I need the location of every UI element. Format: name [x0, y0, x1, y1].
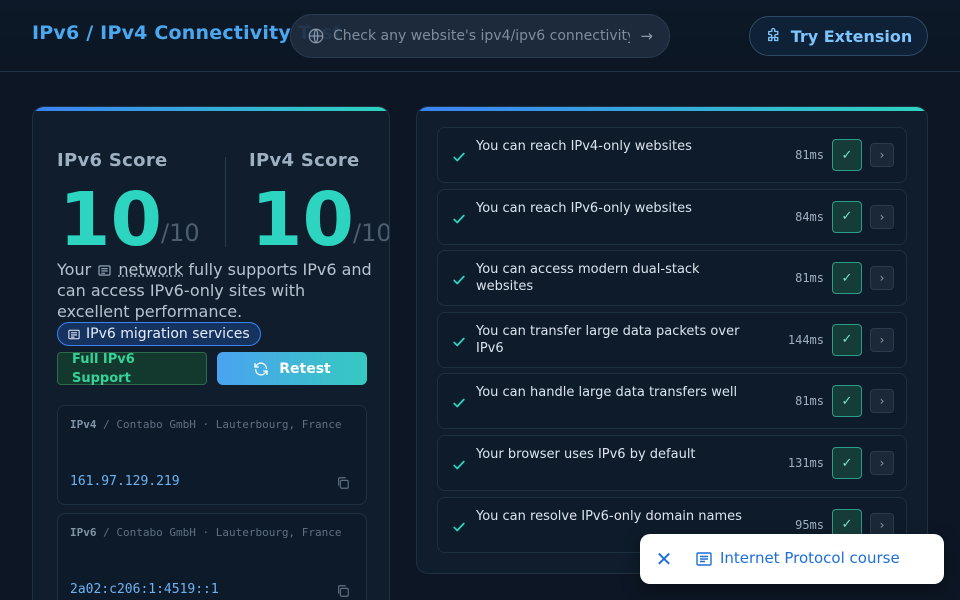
network-card-icon	[98, 265, 111, 276]
card-accent-bar	[417, 107, 927, 111]
test-details-button[interactable]: ›	[870, 389, 894, 413]
puzzle-icon	[765, 27, 783, 45]
test-description: You can handle large data transfers well	[476, 384, 756, 401]
close-icon[interactable]: ✕	[654, 549, 674, 569]
refresh-icon	[253, 361, 269, 377]
test-details-button[interactable]: ›	[870, 328, 894, 352]
newspaper-icon	[696, 552, 712, 566]
check-icon	[452, 335, 466, 349]
test-details-button[interactable]: ›	[870, 513, 894, 537]
test-pass-indicator[interactable]: ✓	[832, 201, 862, 233]
try-extension-button[interactable]: Try Extension	[749, 16, 928, 56]
network-term-link[interactable]: network	[118, 260, 183, 279]
internet-protocol-course-link[interactable]: Internet Protocol course	[720, 549, 900, 567]
ipv4-proto: IPv4	[70, 418, 97, 431]
retest-label: Retest	[279, 361, 331, 377]
card-accent-bar	[33, 107, 389, 111]
search-input[interactable]	[333, 28, 630, 44]
test-details-button[interactable]: ›	[870, 451, 894, 475]
arrow-right-icon[interactable]: →	[640, 27, 653, 45]
ipv4-address-box: IPv4 / Contabo GmbH · Lauterbourg, Franc…	[57, 405, 367, 505]
check-icon	[452, 520, 466, 534]
test-latency: 131ms	[788, 456, 824, 470]
ipv4-provider: / Contabo GmbH · Lauterbourg, France	[103, 418, 341, 431]
test-latency: 81ms	[795, 148, 824, 162]
score-divider	[225, 157, 226, 247]
ipv6-score-label: IPv6 Score	[57, 150, 168, 171]
test-description: You can transfer large data packets over…	[476, 323, 756, 357]
ipv6-score-value: 10	[59, 183, 162, 257]
test-row: You can handle large data transfers well…	[437, 373, 907, 429]
test-latency: 81ms	[795, 394, 824, 408]
test-row: Your browser uses IPv6 by default 131ms ✓ ›	[437, 435, 907, 491]
score-card: IPv6 Score 10 /10 IPv4 Score 10 /10 Your…	[32, 106, 390, 600]
copy-icon[interactable]	[336, 584, 350, 598]
test-details-button[interactable]: ›	[870, 205, 894, 229]
ipv4-score-value: 10	[251, 183, 354, 257]
test-row: You can transfer large data packets over…	[437, 312, 907, 368]
ipv4-score-max: /10	[353, 219, 390, 247]
test-latency: 95ms	[795, 518, 824, 532]
test-description: Your browser uses IPv6 by default	[476, 446, 756, 463]
ipv6-address-box: IPv6 / Contabo GmbH · Lauterbourg, Franc…	[57, 513, 367, 600]
test-latency: 144ms	[788, 333, 824, 347]
ipv4-address: 161.97.129.219	[70, 474, 180, 489]
top-header: IPv6 / IPv4 Connectivity Test → Try Exte…	[0, 0, 960, 72]
test-pass-indicator[interactable]: ✓	[832, 139, 862, 171]
ipv6-migration-link[interactable]: IPv6 migration services	[57, 322, 261, 346]
check-icon	[452, 212, 466, 226]
full-support-badge: Full IPv6 Support	[57, 352, 207, 385]
test-row: You can reach IPv4-only websites 81ms ✓ ›	[437, 127, 907, 183]
ipv6-meta: IPv6 / Contabo GmbH · Lauterbourg, Franc…	[70, 526, 342, 539]
check-icon	[452, 273, 466, 287]
test-pass-indicator[interactable]: ✓	[832, 447, 862, 479]
course-toast: ✕ Internet Protocol course	[640, 534, 944, 584]
test-row: You can reach IPv6-only websites 84ms ✓ ›	[437, 189, 907, 245]
check-icon	[452, 396, 466, 410]
test-details-button[interactable]: ›	[870, 143, 894, 167]
test-details-button[interactable]: ›	[870, 266, 894, 290]
test-description: You can access modern dual-stack website…	[476, 261, 756, 295]
ipv4-meta: IPv4 / Contabo GmbH · Lauterbourg, Franc…	[70, 418, 342, 431]
connectivity-summary: Your network fully supports IPv6 and can…	[57, 259, 377, 346]
test-latency: 81ms	[795, 271, 824, 285]
ipv4-score-label: IPv4 Score	[249, 150, 360, 171]
ipv6-proto: IPv6	[70, 526, 97, 539]
check-icon	[452, 150, 466, 164]
test-description: You can reach IPv4-only websites	[476, 138, 756, 155]
newspaper-icon	[68, 329, 80, 340]
test-pass-indicator[interactable]: ✓	[832, 262, 862, 294]
ipv6-provider: / Contabo GmbH · Lauterbourg, France	[103, 526, 341, 539]
test-pass-indicator[interactable]: ✓	[832, 385, 862, 417]
try-extension-label: Try Extension	[791, 27, 913, 46]
ipv6-score-max: /10	[161, 219, 200, 247]
check-icon	[452, 458, 466, 472]
website-check-search[interactable]: →	[290, 14, 670, 58]
copy-icon[interactable]	[336, 476, 350, 490]
test-row: You can access modern dual-stack website…	[437, 250, 907, 306]
test-description: You can resolve IPv6-only domain names	[476, 508, 756, 525]
test-description: You can reach IPv6-only websites	[476, 200, 756, 217]
test-results-card: You can reach IPv4-only websites 81ms ✓ › Yo…	[416, 106, 928, 574]
globe-icon	[307, 27, 325, 45]
ipv6-address: 2a02:c206:1:4519::1	[70, 582, 219, 597]
test-pass-indicator[interactable]: ✓	[832, 324, 862, 356]
test-latency: 84ms	[795, 210, 824, 224]
summary-prefix: Your	[57, 260, 91, 279]
retest-button[interactable]: Retest	[217, 352, 367, 385]
ipv6-migration-label: IPv6 migration services	[86, 324, 250, 344]
